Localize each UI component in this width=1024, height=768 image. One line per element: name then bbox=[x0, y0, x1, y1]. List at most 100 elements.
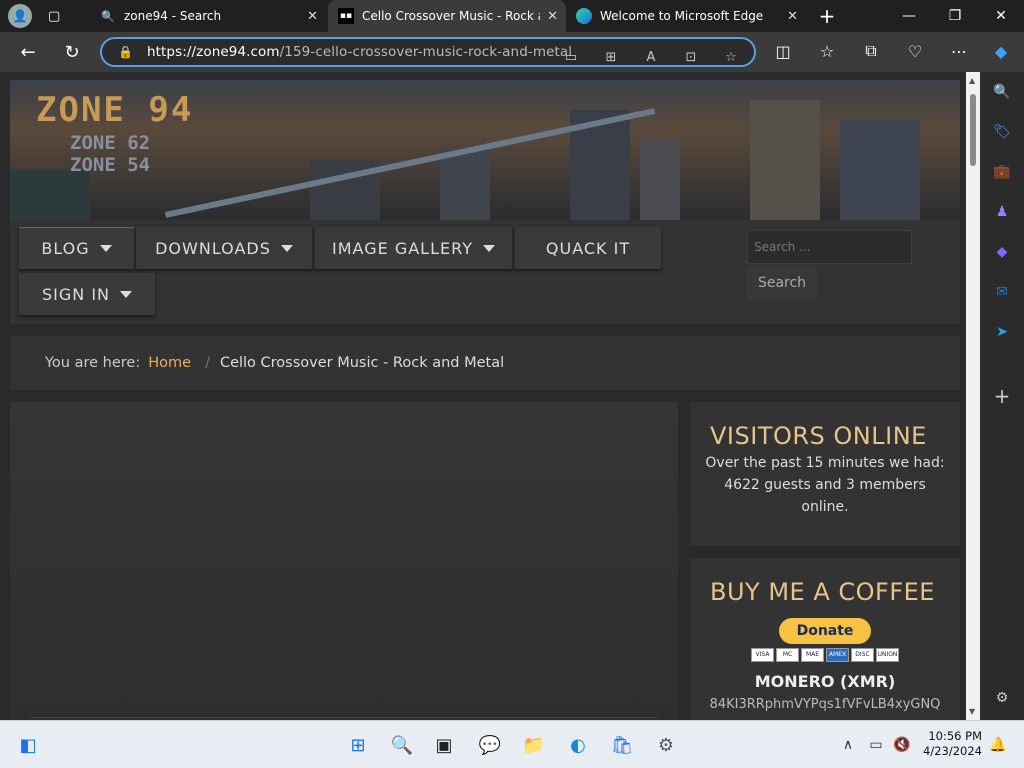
apps-grid-icon[interactable]: ⊞ bbox=[600, 46, 622, 68]
caret-down-icon bbox=[280, 244, 293, 252]
task-view-icon[interactable]: ▣ bbox=[432, 733, 456, 757]
paypal-donate-button[interactable]: Donate bbox=[779, 618, 871, 644]
outlook-icon[interactable]: ✉ bbox=[992, 282, 1012, 302]
visa-icon: VISA bbox=[751, 648, 774, 662]
site-banner: ZONE 94 ZONE 62 ZONE 54 bbox=[10, 80, 960, 220]
tools-briefcase-icon[interactable]: 💼 bbox=[992, 162, 1012, 182]
scroll-down-icon[interactable]: ▼ bbox=[969, 707, 975, 716]
monero-address: 84KI3RRphmVYPqs1fVFvLB4xyGNQ bbox=[709, 697, 941, 712]
menu-item-label: DOWNLOADS bbox=[155, 238, 271, 258]
payment-cards: VISA MC MAE AMEX DISC UNION bbox=[690, 648, 960, 662]
breadcrumb-home-link[interactable]: Home bbox=[148, 355, 191, 371]
restore-button[interactable]: ❐ bbox=[932, 0, 978, 32]
tab-actions-icon: ▢ bbox=[48, 8, 61, 24]
address-bar[interactable]: 🔒 https://zone94.com/159-cello-crossover… bbox=[100, 37, 756, 67]
volume-muted-icon[interactable]: 🔇 bbox=[890, 733, 914, 757]
edge-icon bbox=[576, 8, 592, 24]
games-icon[interactable]: ♟ bbox=[992, 202, 1012, 222]
site-logo[interactable]: ZONE 94 bbox=[36, 90, 193, 130]
favorite-star-icon[interactable]: ☆ bbox=[720, 46, 742, 68]
read-aloud-icon[interactable]: A bbox=[640, 46, 662, 68]
immersive-reader-icon[interactable]: ⊡ bbox=[680, 46, 702, 68]
collections-icon[interactable]: ⧉ bbox=[856, 36, 886, 66]
add-sidebar-app-icon[interactable]: + bbox=[992, 384, 1012, 408]
menu-item-image-gallery[interactable]: IMAGE GALLERY bbox=[315, 227, 512, 269]
banner-building bbox=[640, 140, 680, 220]
tab-welcome-edge[interactable]: Welcome to Microsoft Edge ✕ bbox=[568, 0, 806, 32]
menu-item-downloads[interactable]: DOWNLOADS bbox=[136, 227, 312, 269]
file-explorer-icon[interactable]: 📁 bbox=[522, 733, 546, 757]
windows-taskbar: ◧ ⊞ 🔍 ▣ 💬 📁 ◐ 🛍 ⚙ ∧ ▭ 🔇 10:56 PM 4/23/20… bbox=[0, 720, 1024, 768]
monero-label: MONERO (XMR) bbox=[754, 672, 896, 691]
edge-sidebar: 🔍 🏷 💼 ♟ ◆ ✉ ➤ + ⚙ bbox=[980, 72, 1024, 720]
menu-item-label: IMAGE GALLERY bbox=[332, 238, 473, 258]
plus-icon: + bbox=[818, 4, 836, 28]
minimize-button[interactable]: — bbox=[886, 0, 932, 32]
notifications-icon[interactable]: 🔔 bbox=[986, 733, 1010, 757]
app-available-icon[interactable]: ▭ bbox=[560, 46, 582, 68]
main-menu: BLOG DOWNLOADS IMAGE GALLERY QUACK IT SI… bbox=[10, 220, 960, 324]
menu-item-label: SIGN IN bbox=[41, 284, 110, 304]
tab-zone94-search[interactable]: 🔍 zone94 - Search ✕ bbox=[88, 0, 326, 32]
menu-item-label: BLOG bbox=[41, 239, 90, 258]
search-icon[interactable]: 🔍 bbox=[390, 733, 414, 757]
discover-icon: DISC bbox=[851, 648, 874, 662]
copilot-icon[interactable]: ◆ bbox=[986, 36, 1016, 66]
clock-date: 4/23/2024 bbox=[923, 744, 982, 758]
menu-item-sign-in[interactable]: SIGN IN bbox=[19, 273, 155, 315]
split-screen-icon[interactable]: ◫ bbox=[768, 36, 798, 66]
banner-building bbox=[840, 120, 920, 220]
close-tab-icon[interactable]: ✕ bbox=[787, 9, 798, 24]
url-domain: https://zone94.com bbox=[146, 44, 280, 60]
system-clock[interactable]: 10:56 PM 4/23/2024 bbox=[920, 729, 982, 759]
site-logo-sub: ZONE 62 ZONE 54 bbox=[70, 132, 150, 176]
url-text: https://zone94.com/159-cello-crossover-m… bbox=[147, 44, 572, 60]
new-tab-button[interactable]: + bbox=[812, 0, 842, 32]
amex-icon: AMEX bbox=[826, 648, 849, 662]
refresh-icon: ↻ bbox=[64, 41, 80, 63]
back-button[interactable]: ← bbox=[12, 36, 44, 68]
microsoft-store-icon[interactable]: 🛍 bbox=[610, 733, 634, 757]
menu-item-quack-it[interactable]: QUACK IT bbox=[515, 227, 661, 269]
minimize-icon: — bbox=[902, 8, 916, 24]
page-scrollbar[interactable]: ▲ ▼ bbox=[966, 72, 980, 720]
site-search-input[interactable]: Search ... bbox=[747, 230, 912, 264]
site-search-button[interactable]: Search bbox=[747, 266, 817, 300]
menu-item-blog[interactable]: BLOG bbox=[19, 227, 134, 269]
caret-down-icon bbox=[482, 244, 495, 252]
breadcrumb: You are here: Home / Cello Crossover Mus… bbox=[10, 336, 960, 390]
restore-icon: ❐ bbox=[948, 8, 962, 24]
scroll-up-icon[interactable]: ▲ bbox=[969, 76, 975, 85]
refresh-button[interactable]: ↻ bbox=[56, 36, 88, 68]
module-title: BUY ME A COFFEE bbox=[710, 578, 935, 606]
sidebar-settings-icon[interactable]: ⚙ bbox=[992, 688, 1012, 708]
more-options-icon[interactable]: ⋯ bbox=[944, 36, 974, 66]
tab-bar: 👤 ▢ 🔍 zone94 - Search ✕ ▪▪ Cello Crossov… bbox=[0, 0, 1024, 32]
breadcrumb-prefix: You are here: bbox=[45, 355, 141, 371]
app-taskbar-icon[interactable]: ⚙ bbox=[654, 733, 678, 757]
close-tab-icon[interactable]: ✕ bbox=[307, 9, 318, 24]
network-icon[interactable]: ▭ bbox=[864, 733, 888, 757]
teams-chat-icon[interactable]: 💬 bbox=[478, 733, 502, 757]
close-tab-icon[interactable]: ✕ bbox=[547, 9, 558, 24]
tab-actions-button[interactable]: ▢ bbox=[48, 0, 74, 32]
browser-essentials-icon[interactable]: ♡ bbox=[900, 36, 930, 66]
shopping-tag-icon[interactable]: 🏷 bbox=[992, 122, 1012, 142]
start-icon[interactable]: ⊞ bbox=[346, 733, 370, 757]
copilot-sidebar-icon[interactable]: ◆ bbox=[992, 242, 1012, 262]
favorites-icon[interactable]: ☆ bbox=[812, 36, 842, 66]
edge-taskbar-icon[interactable]: ◐ bbox=[566, 733, 590, 757]
scroll-thumb[interactable] bbox=[970, 94, 976, 166]
tab-cello-crossover[interactable]: ▪▪ Cello Crossover Music - Rock and ✕ bbox=[328, 0, 566, 32]
banner-building bbox=[440, 150, 490, 220]
search-icon[interactable]: 🔍 bbox=[992, 82, 1012, 102]
profile-avatar[interactable]: 👤 bbox=[8, 0, 38, 32]
maestro-icon: MAE bbox=[801, 648, 824, 662]
widgets-icon[interactable]: ◧ bbox=[16, 733, 40, 757]
tab-title: Welcome to Microsoft Edge bbox=[600, 9, 764, 23]
close-window-button[interactable]: ✕ bbox=[978, 0, 1024, 32]
telegram-icon[interactable]: ➤ bbox=[992, 322, 1012, 342]
profile-icon: 👤 bbox=[8, 4, 32, 28]
logo-sub-line-2: ZONE 54 bbox=[70, 154, 151, 176]
show-hidden-icons-icon[interactable]: ∧ bbox=[836, 733, 860, 757]
